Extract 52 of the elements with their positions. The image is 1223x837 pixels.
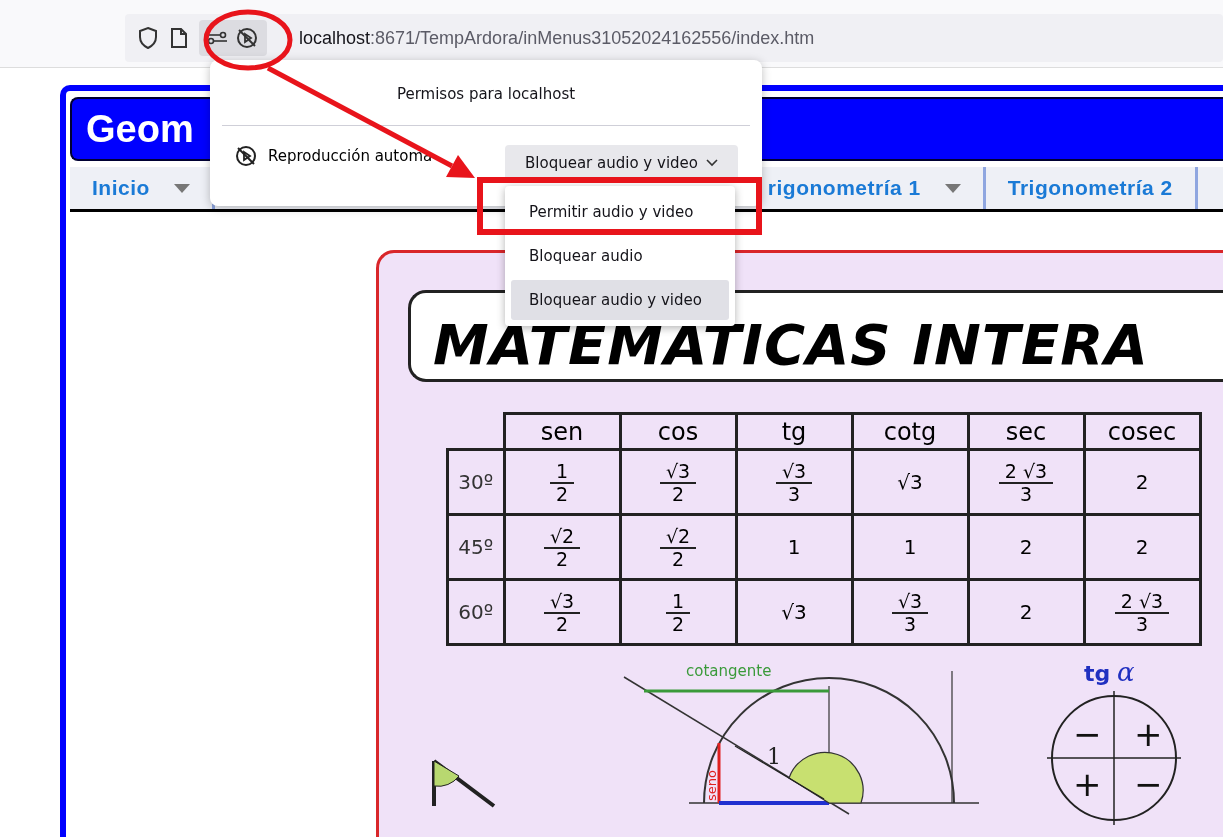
cotangent-label: cotangente	[686, 662, 772, 680]
fraction-value: √2 2	[543, 526, 581, 570]
fraction-value: √3 3	[775, 461, 813, 505]
page-title: Geom	[86, 107, 194, 151]
column-header: cosec	[1084, 413, 1200, 450]
sine-label: seno	[704, 770, 719, 801]
address-bar[interactable]: localhost:8671/TempArdora/inMenus31052024162556/index.htm	[125, 14, 1223, 62]
fraction-value: √3 3	[891, 591, 929, 635]
radius-label: 1	[767, 744, 781, 769]
fraction-value: 1 2	[665, 591, 691, 635]
fraction-value: √2 2	[659, 526, 697, 570]
dropdown-option[interactable]: Permitir audio y video	[511, 192, 729, 232]
column-header: cotg	[852, 413, 968, 450]
fraction-value: 1 2	[549, 461, 575, 505]
column-header: sen	[504, 413, 620, 450]
sign-symbol: −	[1134, 764, 1163, 804]
cell-value: 2	[1019, 600, 1033, 624]
angle-cell: 60º	[447, 579, 504, 645]
dropdown-option[interactable]: Bloquear audio y video	[511, 280, 729, 320]
dropdown-option[interactable]: Bloquear audio	[511, 236, 729, 276]
autoplay-blocked-icon	[234, 144, 258, 168]
shield-icon[interactable]	[137, 26, 159, 50]
fraction-value: 2 √3 3	[998, 461, 1054, 505]
permissions-button[interactable]	[199, 20, 267, 56]
cell-value: √3	[781, 600, 807, 624]
column-header: cos	[620, 413, 736, 450]
popup-title: Permisos para localhost	[395, 85, 577, 103]
menu-tab[interactable]: Trigonometría 2	[985, 167, 1198, 209]
autoplay-blocked-icon	[235, 26, 259, 50]
cell-value: 2	[1019, 535, 1033, 559]
cell-value: 1	[903, 535, 917, 559]
sign-symbol: −	[1073, 714, 1102, 754]
cell-value: 2	[1135, 535, 1149, 559]
page-icon[interactable]	[169, 27, 189, 49]
alpha-symbol: α	[1117, 657, 1135, 687]
fraction-value: √3 2	[659, 461, 697, 505]
fraction-value: 2 √3 3	[1114, 591, 1170, 635]
column-header: sec	[968, 413, 1084, 450]
sign-symbol: +	[1134, 714, 1163, 754]
triangle-drawing	[432, 759, 496, 808]
url-text[interactable]: localhost:8671/TempArdora/inMenus31052024162556/index.htm	[299, 27, 815, 49]
fraction-value: √3 2	[543, 591, 581, 635]
chevron-icon	[706, 159, 718, 167]
cell-value: √3	[897, 470, 923, 494]
angle-cell: 30º	[447, 449, 504, 515]
column-header: tg	[736, 413, 852, 450]
cell-value: 2	[1135, 470, 1149, 494]
sliders-icon	[207, 30, 229, 46]
tangent-title: tg	[1084, 661, 1111, 686]
angle-cell: 45º	[447, 514, 504, 580]
sign-symbol: +	[1073, 764, 1102, 804]
cell-value: 1	[787, 535, 801, 559]
